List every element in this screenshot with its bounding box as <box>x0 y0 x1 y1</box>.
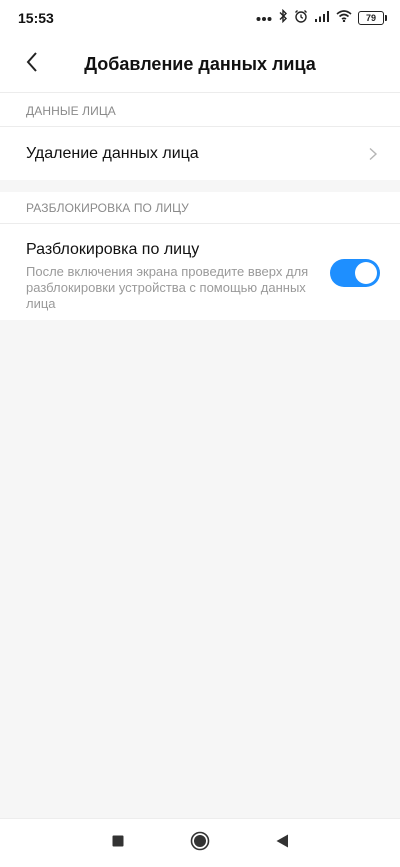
section-label-face-data: ДАННЫЕ ЛИЦА <box>26 104 116 118</box>
section-label-face-unlock: РАЗБЛОКИРОВКА ПО ЛИЦУ <box>26 201 189 215</box>
wifi-icon <box>336 9 352 27</box>
circle-icon <box>190 831 210 856</box>
alarm-icon <box>294 9 308 28</box>
face-unlock-row: Разблокировка по лицу После включения эк… <box>0 224 400 320</box>
face-unlock-toggle[interactable] <box>330 259 380 287</box>
header: Добавление данных лица <box>0 36 400 92</box>
delete-face-data-row[interactable]: Удаление данных лица <box>0 127 400 180</box>
face-data-card: ДАННЫЕ ЛИЦА Удаление данных лица <box>0 92 400 180</box>
navigation-bar <box>0 818 400 867</box>
delete-face-data-title: Удаление данных лица <box>26 145 199 162</box>
battery-icon: 79 <box>358 11 387 25</box>
back-nav-button[interactable] <box>270 831 294 855</box>
page-title: Добавление данных лица <box>84 54 316 74</box>
signal-icon <box>314 9 330 27</box>
bluetooth-icon <box>278 8 288 28</box>
home-button[interactable] <box>188 831 212 855</box>
recent-apps-button[interactable] <box>106 831 130 855</box>
triangle-back-icon <box>275 833 289 854</box>
face-unlock-card: РАЗБЛОКИРОВКА ПО ЛИЦУ Разблокировка по л… <box>0 192 400 320</box>
status-time: 15:53 <box>18 10 54 26</box>
battery-level: 79 <box>365 12 376 23</box>
square-icon <box>111 834 125 853</box>
toggle-knob <box>355 262 377 284</box>
face-unlock-title: Разблокировка по лицу <box>26 241 200 258</box>
status-bar: 15:53 79 <box>0 0 400 36</box>
face-unlock-description: После включения экрана проведите вверх д… <box>26 264 309 311</box>
chevron-right-icon <box>366 147 380 161</box>
divider <box>0 92 400 93</box>
dots-icon <box>256 9 272 27</box>
status-icons: 79 <box>256 8 387 28</box>
